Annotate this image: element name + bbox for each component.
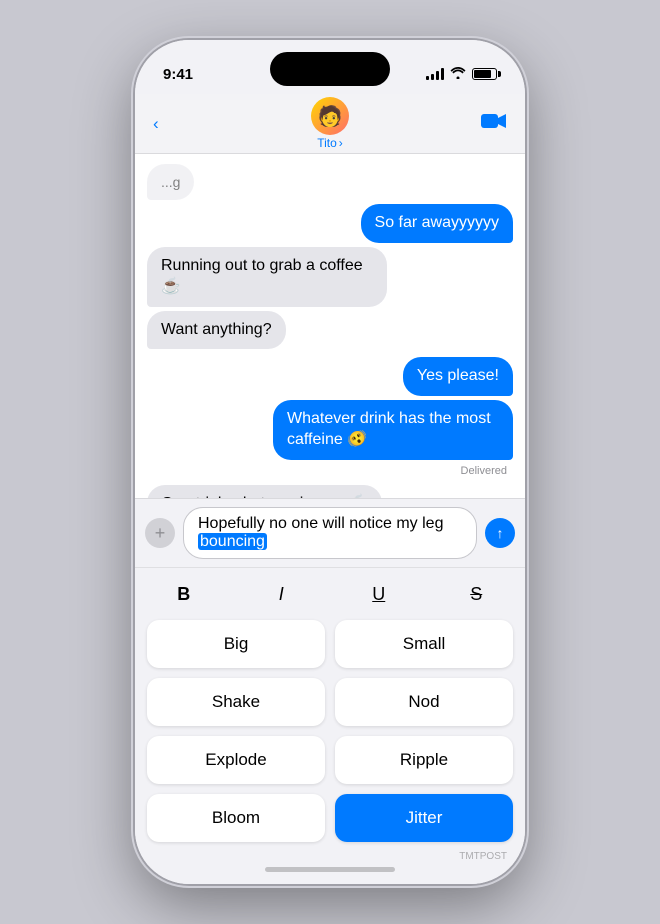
effect-explode-button[interactable]: Explode [147,736,325,784]
add-button[interactable]: + [145,518,175,548]
effect-shake-button[interactable]: Shake [147,678,325,726]
message-input[interactable]: Hopefully no one will notice my leg boun… [183,507,477,559]
effect-jitter-button[interactable]: Jitter [335,794,513,842]
status-icons [426,67,497,82]
phone-frame: 9:41 ‹ [135,40,525,884]
message-row: One triple shot coming up ☕ [147,485,513,498]
message-row: So far awayyyyyy [147,204,513,243]
send-button[interactable]: ↑ [485,518,515,548]
message-bubble: Whatever drink has the most caffeine 🫨 [273,400,513,460]
message-bubble: Running out to grab a coffee ☕ [147,247,387,307]
home-bar [265,867,395,872]
message-bubble: ...g [147,164,194,200]
wifi-icon [450,67,466,82]
effect-bloom-button[interactable]: Bloom [147,794,325,842]
plus-icon: + [155,523,166,544]
delivered-status: Delivered [147,465,507,477]
contact-name: Tito [317,136,337,150]
effect-big-button[interactable]: Big [147,620,325,668]
effects-grid: Big Small Shake Nod Explode Ripple Bloom… [135,616,525,854]
message-row: Yes please! [147,357,513,396]
input-text: Hopefully no one will notice my leg boun… [198,515,462,551]
message-row: ...g [147,164,513,200]
effect-nod-button[interactable]: Nod [335,678,513,726]
message-row: Running out to grab a coffee ☕ [147,247,513,307]
dynamic-island [270,52,390,86]
message-row: Want anything? [147,311,513,350]
message-bubble: Yes please! [403,357,513,396]
nav-bar: ‹ 🧑 Tito › [135,94,525,154]
signal-bars-icon [426,68,444,80]
effect-ripple-button[interactable]: Ripple [335,736,513,784]
message-bubble: Want anything? [147,311,286,350]
avatar: 🧑 [311,97,349,135]
messages-area: ...g So far awayyyyyy Running out to gra… [135,154,525,498]
back-button[interactable]: ‹ [153,114,159,134]
format-toolbar: B I U S [135,567,525,616]
send-icon: ↑ [497,525,504,541]
message-bubble: One triple shot coming up ☕ [147,485,382,498]
status-time: 9:41 [163,66,193,83]
message-bubble: So far awayyyyyy [361,204,513,243]
watermark: TMTPOST [459,851,507,862]
bold-button[interactable]: B [162,576,206,612]
screen: 9:41 ‹ [135,40,525,884]
input-row: + Hopefully no one will notice my leg bo… [135,498,525,567]
contact-chevron-icon: › [339,136,343,150]
underline-button[interactable]: U [357,576,401,612]
highlighted-text: bouncing [198,533,267,550]
status-bar: 9:41 [135,40,525,94]
chevron-left-icon: ‹ [153,114,159,134]
strikethrough-button[interactable]: S [454,576,498,612]
italic-button[interactable]: I [259,576,303,612]
battery-icon [472,68,497,80]
effect-small-button[interactable]: Small [335,620,513,668]
video-call-button[interactable] [481,112,507,136]
message-row: Whatever drink has the most caffeine 🫨 [147,400,513,460]
contact-header[interactable]: 🧑 Tito › [311,97,349,150]
